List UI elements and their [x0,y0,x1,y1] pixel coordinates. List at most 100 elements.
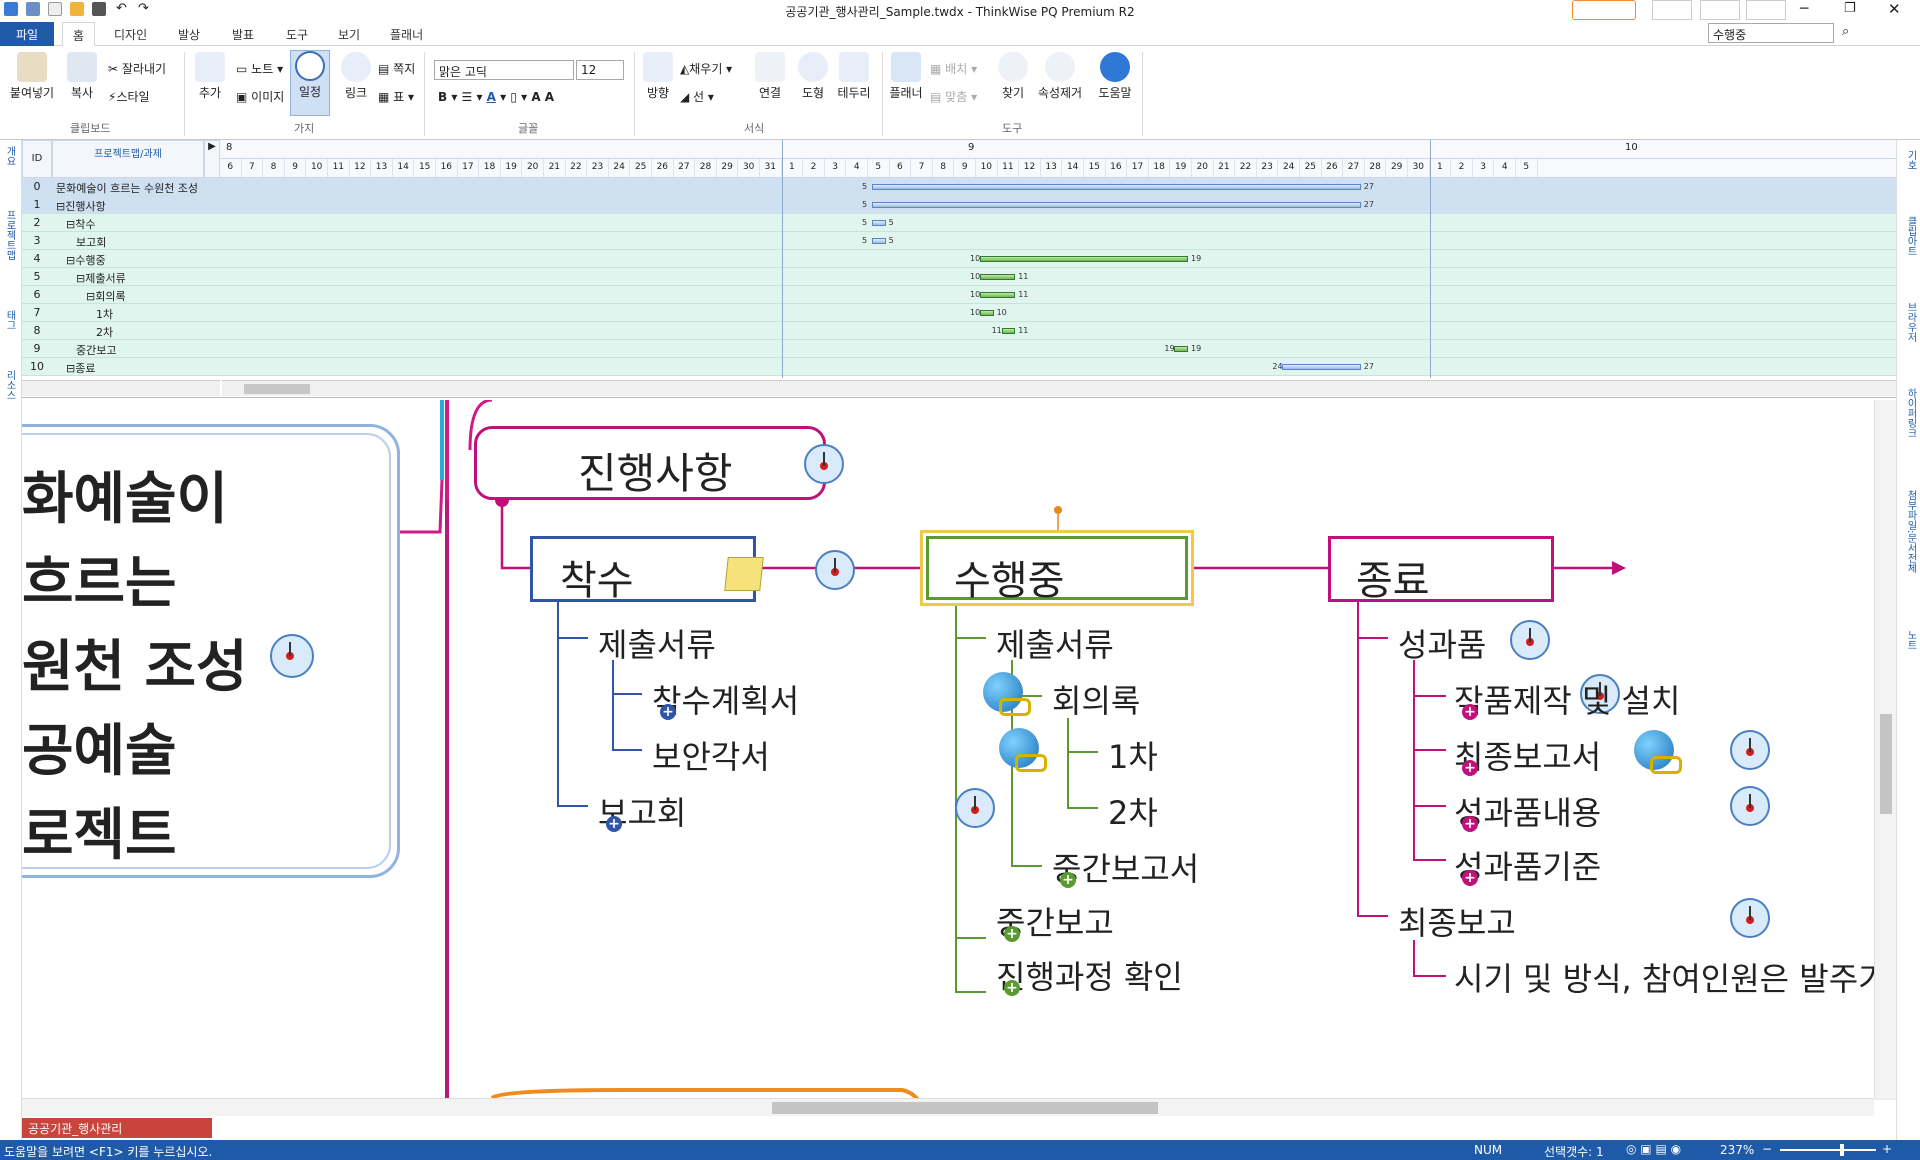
gantt-row[interactable]: 6 ⊟회의록 10 11 [22,286,1896,304]
right-tab-clipart[interactable]: 클립아트 [1903,216,1918,256]
table-button[interactable]: ▦ 표 ▾ [378,88,414,105]
task-scrollbar[interactable] [22,380,220,396]
align-button[interactable]: ▤ 맞춤 ▾ [930,88,977,105]
gantt-bar[interactable] [980,292,1016,298]
style-button[interactable]: ⚡스타일 [108,88,150,105]
left-tab-projectmap[interactable]: 프로젝트맵 [2,210,17,260]
right-tab-symbol[interactable]: 기호 [1903,150,1918,170]
expand-plus-icon[interactable]: + [1462,704,1478,720]
expand-plus-icon[interactable]: + [1060,872,1076,888]
gantt-row[interactable]: 3 보고회 5 5 [22,232,1896,250]
zoom-slider[interactable] [1780,1144,1876,1156]
border-button[interactable]: 테두리 [834,52,874,101]
right-tab-note[interactable]: 노트 [1903,630,1918,650]
expand-plus-icon[interactable]: + [1462,870,1478,886]
gantt-bar[interactable] [872,184,1361,190]
gantt-bar[interactable] [1174,346,1188,352]
left-tab-outline[interactable]: 개요 [2,146,17,166]
topic-label[interactable]: 제출서류 [598,620,716,666]
calendar-icon[interactable] [1700,0,1740,20]
gantt-row[interactable]: 0 문화예술이 흐르는 수원천 조성 ... 5 27 [22,178,1896,196]
search-input[interactable]: 수행중 [1708,23,1834,43]
note-button[interactable]: ▭ 노트 ▾ [236,60,283,77]
topic-label[interactable]: 1차 [1108,732,1158,778]
topic-label[interactable]: 진행과정 확인 [996,952,1183,998]
topic-label[interactable]: 회의록 [1052,676,1140,722]
expand-plus-icon[interactable]: + [1462,816,1478,832]
gantt-bar[interactable] [872,202,1361,208]
gantt-row-task[interactable]: ⊟진행사항 [56,198,202,214]
link-button[interactable]: 링크 [336,52,376,101]
scroll-thumb[interactable] [1880,714,1892,814]
timeline-scrollbar[interactable] [222,380,1896,396]
gantt-row-task[interactable]: 1차 [96,306,242,322]
copy-button[interactable]: 복사 [64,52,100,101]
topic-label[interactable]: 2차 [1108,788,1158,834]
left-tab-tag[interactable]: 태그 [2,310,17,330]
restore-icon[interactable]: ❐ [1844,1,1856,16]
gantt-row-task[interactable]: 문화예술이 흐르는 수원천 조성 ... [56,180,202,196]
gantt-row[interactable]: 8 2차 11 11 [22,322,1896,340]
search-icon[interactable]: ⌕ [1842,24,1849,39]
arrange-button[interactable]: ▦ 배치 ▾ [930,60,977,77]
hyperlink-globe-icon[interactable] [999,728,1048,772]
bold-icon[interactable]: B ▾ ☰ ▾ A ▾ ▯ ▾ A A [438,90,554,104]
clear-format-button[interactable]: 속성제거 [1032,52,1088,101]
gantt-row-task[interactable]: 중간보고 [76,342,222,358]
connect-button[interactable]: 연결 [752,52,788,101]
gantt-row-task[interactable]: ⊟회의록 [86,288,232,304]
right-tab-browser[interactable]: 브라우저 [1903,302,1918,342]
expand-plus-icon[interactable]: + [1004,980,1020,996]
gantt-row[interactable]: 2 ⊟착수 5 5 [22,214,1896,232]
gantt-row-task[interactable]: 보고회 [76,234,222,250]
font-name-select[interactable]: 맑은 고딕 [434,60,574,80]
right-tab-attachment[interactable]: 첨부파일:문서전체 [1903,490,1918,573]
minimize-icon[interactable]: ─ [1800,1,1808,17]
tab-home[interactable]: 홈 [62,22,96,47]
zoom-slider-thumb[interactable] [1840,1144,1844,1156]
gantt-bar[interactable] [980,256,1188,262]
topic-label[interactable]: 최종보고 [1398,898,1516,944]
topic-label[interactable]: 작품제작 및 설치 [1454,676,1680,722]
left-tab-resource[interactable]: 리소스 [2,370,17,400]
gantt-bar[interactable] [980,310,994,316]
tab-view[interactable]: 보기 [338,26,360,43]
zoom-in-icon[interactable]: + [1882,1142,1892,1156]
scroll-thumb[interactable] [772,1102,1158,1114]
hyperlink-globe-icon[interactable] [1634,730,1683,774]
fill-button[interactable]: ◭채우기 ▾ [680,60,732,77]
add-branch-button[interactable]: 추가 [190,52,230,101]
gantt-row-task[interactable]: ⊟수행중 [66,252,212,268]
tab-file[interactable]: 파일 [0,22,54,46]
direction-button[interactable]: 방향 [640,52,676,101]
paste-button[interactable]: 붙여넣기 [8,52,56,101]
tab-present[interactable]: 발표 [232,26,254,43]
map-horizontal-scrollbar[interactable] [22,1098,1874,1116]
zoom-out-icon[interactable]: − [1762,1142,1772,1156]
scroll-thumb[interactable] [244,384,310,394]
gantt-row-task[interactable]: ⊟종료 [66,360,212,376]
product-badge-icon[interactable] [1572,0,1636,20]
topic-label[interactable]: 시기 및 방식, 참여인원은 발주기 [1454,954,1888,1000]
schedule-button[interactable]: 일정 [290,50,330,116]
document-tab[interactable]: 공공기관_행사관리_Sample.twdx [22,1118,212,1151]
gantt-bar[interactable] [1282,364,1361,370]
tab-ideation[interactable]: 발상 [178,26,200,43]
gantt-row[interactable]: 5 ⊟제출서류 10 11 [22,268,1896,286]
gantt-row-task[interactable]: ⊟제출서류 [76,270,222,286]
line-button[interactable]: ◢ 선 ▾ [680,88,714,105]
image-button[interactable]: ▣ 이미지 [236,88,284,105]
right-tab-hyperlink[interactable]: 하이퍼링크 [1903,388,1918,438]
gantt-bar[interactable] [872,238,886,244]
tab-design[interactable]: 디자인 [114,26,147,43]
gantt-row[interactable]: 10 ⊟종료 24 27 [22,358,1896,376]
expand-plus-icon[interactable]: + [606,816,622,832]
help-button[interactable]: 도움말 [1094,52,1136,101]
planner-button[interactable]: 플래너 [886,52,926,101]
close-icon[interactable]: ✕ [1888,0,1901,18]
topic-label[interactable]: 제출서류 [996,620,1114,666]
gantt-row-task[interactable]: 2차 [96,324,242,340]
memo-button[interactable]: ▤ 쪽지 [378,60,415,77]
topic-label[interactable]: 보안각서 [652,732,770,778]
gantt-row[interactable]: 7 1차 10 10 [22,304,1896,322]
